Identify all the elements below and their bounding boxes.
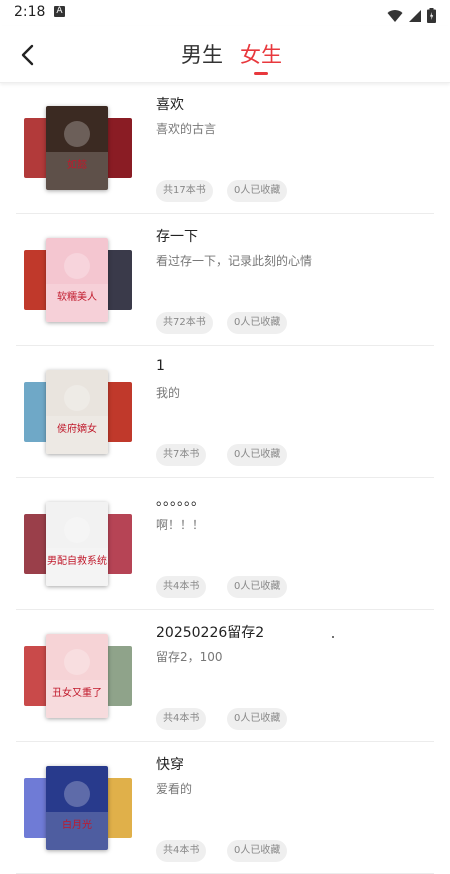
header: 男生 女生: [0, 26, 450, 83]
book-cover-main: 如懿: [46, 106, 108, 190]
cover-title: 白月光: [62, 818, 92, 831]
status-bar: 2:18 A: [0, 0, 450, 26]
booklist-desc: 我的: [156, 386, 181, 400]
booklist-row[interactable]: 白月光 快穿 爱看的 共4本书 0人已收藏: [0, 742, 450, 874]
cover-stack: 如懿: [24, 106, 132, 190]
book-cover-main: 白月光: [46, 766, 108, 850]
book-cover-main: 男配自救系统: [46, 502, 108, 586]
status-icons: [387, 5, 436, 24]
booklist-desc: 看过存一下，记录此刻的心情: [156, 254, 313, 268]
cover-stack: 男配自救系统: [24, 502, 132, 586]
book-cover-right: [104, 250, 132, 310]
book-cover-right: [104, 382, 132, 442]
cover-art: 侯府嫡女: [46, 370, 108, 454]
booklist-desc: 啊！！！: [156, 518, 205, 532]
cover-title: 丑女又重了: [52, 686, 102, 699]
tab-female[interactable]: 女生: [240, 39, 282, 69]
cover-stack: 白月光: [24, 766, 132, 850]
booklist-desc: 喜欢的古言: [156, 122, 217, 136]
favorite-count-badge: 0人已收藏: [227, 180, 288, 202]
favorite-count-badge: 0人已收藏: [227, 840, 288, 862]
cover-title: 侯府嫡女: [57, 422, 97, 435]
book-count-badge: 共4本书: [156, 840, 207, 862]
cover-art: 软糯美人: [46, 238, 108, 322]
notification-icon: A: [54, 6, 65, 17]
cover-title: 软糯美人: [57, 290, 97, 303]
booklist-list: 如懿 喜欢 喜欢的古言 共17本书 0人已收藏 软糯美人 存一下 看过存一下，记…: [0, 82, 450, 874]
cover-art: 丑女又重了: [46, 634, 108, 718]
back-button[interactable]: [16, 42, 42, 68]
cover-stack: 侯府嫡女: [24, 370, 132, 454]
status-time: 2:18: [14, 4, 46, 20]
booklist-title: 存一下: [156, 229, 198, 245]
booklist-title: 快穿: [156, 757, 184, 773]
booklist-row[interactable]: 软糯美人 存一下 看过存一下，记录此刻的心情 共72本书 0人已收藏: [0, 214, 450, 346]
favorite-count-badge: 0人已收藏: [227, 444, 288, 466]
book-cover-right: [104, 514, 132, 574]
book-cover-main: 软糯美人: [46, 238, 108, 322]
cover-stack: 软糯美人: [24, 238, 132, 322]
book-cover-main: 丑女又重了: [46, 634, 108, 718]
booklist-desc: 留存2，100: [156, 650, 223, 664]
booklist-row[interactable]: 侯府嫡女 1 我的 共7本书 0人已收藏: [0, 346, 450, 478]
cover-art: 男配自救系统: [46, 502, 108, 586]
book-count-badge: 共7本书: [156, 444, 207, 466]
favorite-count-badge: 0人已收藏: [227, 708, 288, 730]
book-cover-right: [104, 778, 132, 838]
cover-art: 白月光: [46, 766, 108, 850]
signal-icon: [408, 9, 421, 22]
wifi-icon: [387, 9, 403, 22]
booklist-row[interactable]: 丑女又重了 20250226留存2 留存2，100 共4本书 0人已收藏: [0, 610, 450, 742]
book-cover-right: [104, 646, 132, 706]
booklist-row[interactable]: 男配自救系统 。。。。。。 啊！！！ 共4本书 0人已收藏: [0, 478, 450, 610]
cover-art: 如懿: [46, 106, 108, 190]
book-cover-main: 侯府嫡女: [46, 370, 108, 454]
book-count-badge: 共4本书: [156, 708, 207, 730]
stray-dot: [332, 636, 334, 638]
favorite-count-badge: 0人已收藏: [227, 312, 288, 334]
cover-title: 如懿: [67, 158, 87, 171]
book-count-badge: 共72本书: [156, 312, 213, 334]
tab-active-indicator: [254, 72, 268, 75]
battery-icon: [427, 8, 436, 23]
book-count-badge: 共4本书: [156, 576, 207, 598]
book-cover-right: [104, 118, 132, 178]
cover-stack: 丑女又重了: [24, 634, 132, 718]
cover-title: 男配自救系统: [47, 554, 107, 567]
booklist-row[interactable]: 如懿 喜欢 喜欢的古言 共17本书 0人已收藏: [0, 82, 450, 214]
booklist-title: 20250226留存2: [156, 625, 265, 641]
booklist-desc: 爱看的: [156, 782, 193, 796]
back-arrow-icon: [21, 44, 34, 66]
book-count-badge: 共17本书: [156, 180, 213, 202]
favorite-count-badge: 0人已收藏: [227, 576, 288, 598]
booklist-title: 喜欢: [156, 97, 184, 113]
tab-male[interactable]: 男生: [181, 39, 223, 69]
booklist-title: 1: [156, 358, 165, 374]
booklist-title: 。。。。。。: [156, 493, 205, 509]
